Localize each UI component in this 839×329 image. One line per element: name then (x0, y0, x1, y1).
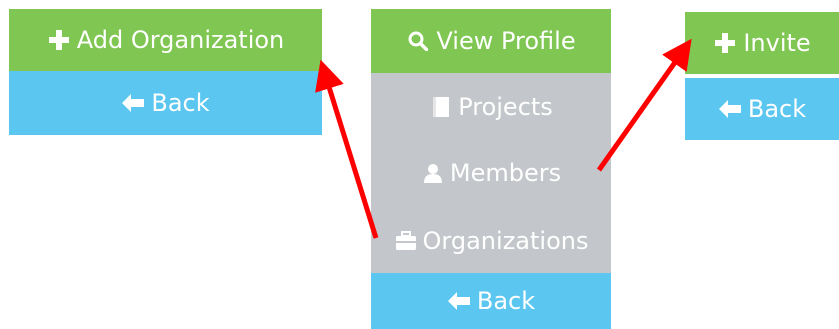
projects-label: Projects (458, 93, 553, 121)
arrow-left-icon (718, 97, 742, 121)
plus-icon (47, 28, 71, 52)
add-organization-label: Add Organization (76, 26, 285, 54)
arrow-left-icon (447, 289, 471, 313)
add-organization-button[interactable]: Add Organization (9, 9, 322, 71)
back-label: Back (747, 95, 807, 123)
menu-item-projects[interactable]: Projects (371, 83, 611, 131)
invite-label: Invite (743, 29, 811, 57)
back-button[interactable]: Back (685, 78, 839, 140)
view-profile-button[interactable]: View Profile (371, 9, 611, 73)
profile-menu-panel: View Profile Projects Members Organizati… (371, 9, 611, 329)
menu-item-organizations[interactable]: Organizations (371, 217, 611, 265)
invite-button[interactable]: Invite (685, 12, 839, 74)
arrow-left-icon (121, 91, 145, 115)
user-icon (421, 161, 445, 185)
arrow-to-invite (596, 38, 692, 172)
arrow-to-add-organization (315, 59, 379, 239)
search-icon (406, 29, 430, 53)
back-label: Back (151, 89, 210, 117)
right-action-panel: Invite Back (685, 12, 839, 140)
plus-icon (713, 31, 737, 55)
view-profile-label: View Profile (436, 27, 576, 55)
briefcase-icon (394, 229, 418, 253)
organizations-label: Organizations (422, 227, 589, 255)
members-label: Members (449, 159, 562, 187)
back-label: Back (476, 287, 536, 315)
menu-item-members[interactable]: Members (371, 149, 611, 197)
back-button[interactable]: Back (9, 71, 322, 135)
book-icon (429, 95, 453, 119)
left-action-panel: Add Organization Back (9, 9, 322, 135)
back-button[interactable]: Back (371, 273, 611, 329)
